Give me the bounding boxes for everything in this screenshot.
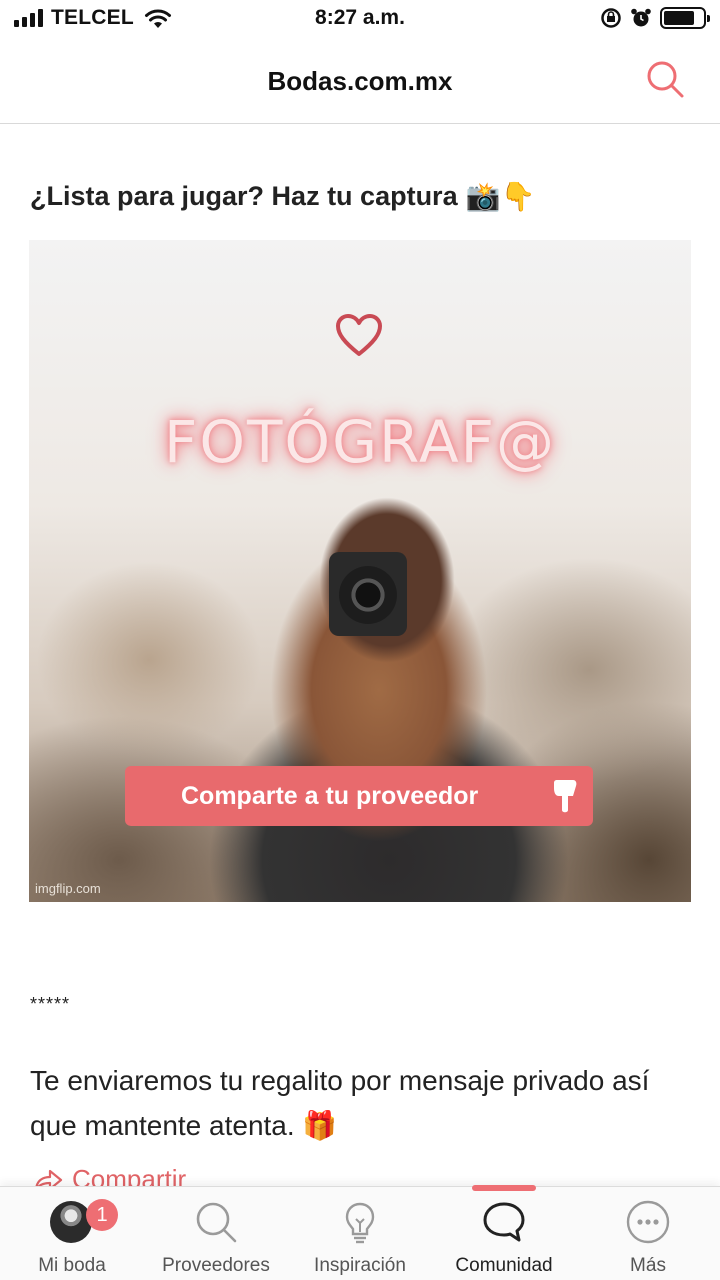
post-body: Te enviaremos tu regalito por mensaje pr…: [30, 1065, 650, 1141]
app-header: Bodas.com.mx: [0, 40, 720, 124]
search-icon: [196, 1202, 237, 1243]
image-cta-banner: Comparte a tu proveedor: [125, 766, 593, 826]
tab-label: Proveedores: [162, 1255, 270, 1276]
bottom-tab-bar: 1 Mi boda Proveedores Inspiración Comuni…: [0, 1185, 720, 1280]
notification-badge: 1: [86, 1199, 118, 1231]
tab-inspiracion[interactable]: Inspiración: [288, 1187, 432, 1280]
post-title-text: ¿Lista para jugar? Haz tu captura: [30, 181, 458, 211]
post-content[interactable]: ¿Lista para jugar? Haz tu captura 📸👇 FOT…: [0, 124, 720, 1186]
post-image[interactable]: FOTÓGRAF@ Comparte a tu proveedor imgfli…: [29, 240, 691, 902]
tab-label: Más: [630, 1255, 666, 1276]
status-bar: TELCEL 8:27 a.m.: [0, 0, 720, 40]
battery-icon: [660, 7, 710, 29]
pointing-down-icon: [554, 780, 577, 813]
tab-label: Inspiración: [314, 1255, 406, 1276]
alarm-icon: [631, 8, 651, 27]
image-cta-text: Comparte a tu proveedor: [181, 781, 479, 810]
rotation-lock-icon: [601, 8, 621, 28]
page-title: Bodas.com.mx: [267, 66, 453, 96]
share-icon: [35, 1169, 63, 1186]
image-headline: FOTÓGRAF@: [163, 408, 557, 476]
tab-mas[interactable]: Más: [576, 1187, 720, 1280]
tab-mi-boda[interactable]: 1 Mi boda: [0, 1187, 144, 1280]
image-watermark: imgflip.com: [35, 881, 101, 896]
tab-comunidad[interactable]: Comunidad: [432, 1187, 576, 1280]
post-title: ¿Lista para jugar? Haz tu captura 📸👇: [30, 180, 535, 213]
camera-icon: [329, 552, 407, 636]
post-title-emojis: 📸👇: [465, 180, 536, 213]
separator-text: *****: [30, 994, 71, 1014]
heart-icon: [336, 314, 382, 356]
search-button[interactable]: [644, 58, 688, 102]
avatar: [50, 1201, 92, 1243]
status-right: [600, 7, 710, 29]
share-label: Compartir: [72, 1164, 187, 1186]
search-icon: [647, 61, 684, 98]
lightbulb-icon: [345, 1202, 375, 1244]
tab-label: Mi boda: [38, 1255, 106, 1276]
chat-bubble-icon: [483, 1202, 525, 1242]
more-icon: [626, 1200, 670, 1244]
tab-proveedores[interactable]: Proveedores: [144, 1187, 288, 1280]
tab-label: Comunidad: [455, 1255, 553, 1276]
share-button[interactable]: Compartir: [34, 1164, 186, 1186]
